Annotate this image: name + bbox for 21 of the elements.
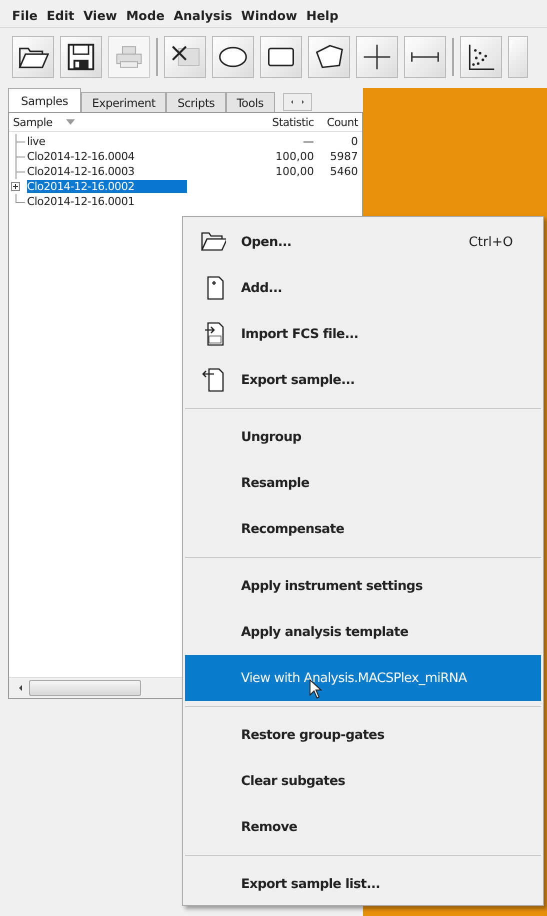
menu-item-label: Add...: [241, 280, 282, 296]
menu-item-label: Open...: [241, 234, 292, 250]
menu-item-label: Resample: [241, 476, 310, 490]
menu-item-label: Recompensate: [241, 522, 344, 536]
shortcut-label: Ctrl+O: [468, 234, 513, 250]
menu-item-label: Export sample...: [241, 372, 355, 388]
menu-item-label: View with Analysis.MACSPlex_miRNA: [241, 670, 467, 686]
menu-item-label: Clear subgates: [241, 774, 346, 788]
table-cell-text: 100,00: [274, 150, 314, 163]
table-cell-text: 100,00: [274, 165, 314, 178]
menu-item-label: Export sample list...: [241, 876, 380, 892]
menu-item-label: Import FCS file...: [241, 326, 358, 342]
menu-item-label: Apply instrument settings: [241, 578, 423, 594]
table-cell-text: 5987: [329, 150, 358, 163]
menu-item-label: Ungroup: [241, 430, 302, 444]
table-cell-text: 5460: [329, 165, 358, 178]
menu-item-label: Apply analysis template: [241, 624, 408, 640]
menu-item-label: Restore group-gates: [241, 728, 384, 742]
menu-item-label: Remove: [241, 820, 298, 834]
table-cell-text: 0: [350, 135, 358, 148]
table-cell-text: —: [302, 135, 314, 148]
